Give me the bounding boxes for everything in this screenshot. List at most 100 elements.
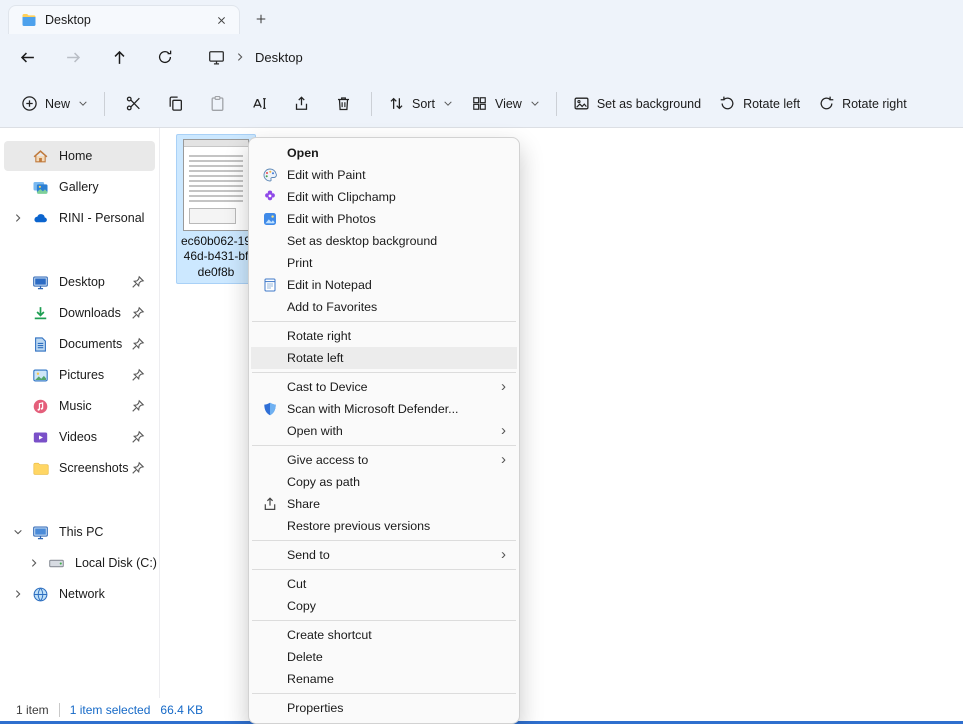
menu-item-edit-in-notepad[interactable]: Edit in Notepad bbox=[251, 274, 517, 296]
title-bar: Desktop bbox=[0, 0, 963, 34]
menu-item-set-as-desktop-background[interactable]: Set as desktop background bbox=[251, 230, 517, 252]
file-explorer-window: Desktop Desktop bbox=[0, 0, 963, 724]
sidebar-item-gallery[interactable]: Gallery bbox=[4, 172, 155, 202]
menu-item-send-to[interactable]: Send to › bbox=[251, 544, 517, 566]
menu-item-label: Share bbox=[287, 497, 320, 511]
pin-icon bbox=[131, 399, 145, 413]
sidebar-item-downloads[interactable]: Downloads bbox=[4, 298, 155, 328]
sidebar-item-music[interactable]: Music bbox=[4, 391, 155, 421]
breadcrumb[interactable]: Desktop bbox=[208, 49, 303, 66]
view-icon bbox=[471, 95, 488, 112]
menu-item-add-to-favorites[interactable]: Add to Favorites bbox=[251, 296, 517, 318]
pin-icon bbox=[131, 461, 145, 475]
menu-item-open[interactable]: Open bbox=[251, 142, 517, 164]
set-as-background-button[interactable]: Set as background bbox=[564, 87, 710, 121]
rename-icon[interactable] bbox=[238, 87, 280, 121]
delete-icon[interactable] bbox=[322, 87, 364, 121]
sidebar-item-desktop[interactable]: Desktop bbox=[4, 267, 155, 297]
toolbar-separator bbox=[556, 92, 557, 116]
folder-icon bbox=[21, 12, 37, 28]
menu-item-label: Copy as path bbox=[287, 475, 360, 489]
sidebar-item-pictures[interactable]: Pictures bbox=[4, 360, 155, 390]
sidebar-item-videos[interactable]: Videos bbox=[4, 422, 155, 452]
sidebar-item-screenshots[interactable]: Screenshots bbox=[4, 453, 155, 483]
chevron-down-icon bbox=[78, 100, 88, 107]
forward-icon[interactable] bbox=[56, 41, 90, 73]
breadcrumb-chevron-icon bbox=[235, 52, 245, 62]
menu-item-edit-with-photos[interactable]: Edit with Photos bbox=[251, 208, 517, 230]
new-button[interactable]: New bbox=[12, 87, 97, 121]
menu-item-rotate-right[interactable]: Rotate right bbox=[251, 325, 517, 347]
refresh-icon[interactable] bbox=[148, 41, 182, 73]
sidebar-item-network[interactable]: Network bbox=[4, 579, 155, 609]
menu-item-properties[interactable]: Properties bbox=[251, 697, 517, 719]
plus-circle-icon bbox=[21, 95, 38, 112]
sidebar-item-documents[interactable]: Documents bbox=[4, 329, 155, 359]
gallery-icon bbox=[32, 179, 49, 196]
command-bar: New Sort bbox=[0, 80, 963, 128]
selection-size: 66.4 KB bbox=[160, 703, 203, 717]
menu-item-give-access-to[interactable]: Give access to › bbox=[251, 449, 517, 471]
menu-item-create-shortcut[interactable]: Create shortcut bbox=[251, 624, 517, 646]
menu-item-cast-to-device[interactable]: Cast to Device › bbox=[251, 376, 517, 398]
menu-item-label: Restore previous versions bbox=[287, 519, 430, 533]
menu-item-copy-as-path[interactable]: Copy as path bbox=[251, 471, 517, 493]
disk-icon bbox=[48, 555, 65, 572]
rotate-left-button[interactable]: Rotate left bbox=[710, 87, 809, 121]
menu-item-scan-with-defender[interactable]: Scan with Microsoft Defender... bbox=[251, 398, 517, 420]
chevron-right-icon[interactable] bbox=[29, 558, 39, 568]
menu-item-restore-previous-versions[interactable]: Restore previous versions bbox=[251, 515, 517, 537]
pin-icon bbox=[131, 275, 145, 289]
menu-item-edit-with-paint[interactable]: Edit with Paint bbox=[251, 164, 517, 186]
sidebar-item-onedrive[interactable]: RINI - Personal bbox=[4, 203, 155, 233]
paint-icon bbox=[262, 167, 278, 183]
toolbar-separator bbox=[104, 92, 105, 116]
sidebar-item-home[interactable]: Home bbox=[4, 141, 155, 171]
menu-item-open-with[interactable]: Open with › bbox=[251, 420, 517, 442]
selection-status: 1 item selected bbox=[70, 703, 151, 717]
menu-separator bbox=[252, 569, 516, 570]
file-item[interactable]: ec60b062-19 46d-b431-bf de0f8b bbox=[176, 134, 256, 284]
view-button[interactable]: View bbox=[462, 87, 549, 121]
menu-item-cut[interactable]: Cut bbox=[251, 573, 517, 595]
sidebar-item-label: Desktop bbox=[59, 275, 105, 289]
sidebar-item-label: Home bbox=[59, 149, 92, 163]
menu-item-rotate-left[interactable]: Rotate left bbox=[251, 347, 517, 369]
new-tab-icon[interactable] bbox=[248, 6, 274, 32]
menu-item-label: Copy bbox=[287, 599, 316, 613]
menu-item-label: Delete bbox=[287, 650, 323, 664]
music-icon bbox=[32, 398, 49, 415]
menu-item-label: Edit with Clipchamp bbox=[287, 190, 396, 204]
menu-item-label: Scan with Microsoft Defender... bbox=[287, 402, 458, 416]
rotate-right-icon bbox=[818, 95, 835, 112]
rotate-right-button[interactable]: Rotate right bbox=[809, 87, 916, 121]
back-icon[interactable] bbox=[10, 41, 44, 73]
cut-icon[interactable] bbox=[112, 87, 154, 121]
copy-icon[interactable] bbox=[154, 87, 196, 121]
tab-close-icon[interactable] bbox=[211, 10, 231, 30]
videos-icon bbox=[32, 429, 49, 446]
up-icon[interactable] bbox=[102, 41, 136, 73]
chevron-right-icon[interactable] bbox=[13, 589, 23, 599]
navigation-pane: Home Gallery RINI - Personal bbox=[0, 128, 160, 698]
pictures-icon bbox=[32, 367, 49, 384]
menu-item-copy[interactable]: Copy bbox=[251, 595, 517, 617]
paste-icon[interactable] bbox=[196, 87, 238, 121]
menu-item-label: Rotate left bbox=[287, 351, 343, 365]
monitor-icon bbox=[208, 49, 225, 66]
menu-item-print[interactable]: Print bbox=[251, 252, 517, 274]
set-background-icon bbox=[573, 95, 590, 112]
menu-item-edit-with-clipchamp[interactable]: Edit with Clipchamp bbox=[251, 186, 517, 208]
chevron-right-icon[interactable] bbox=[13, 213, 23, 223]
chevron-down-icon[interactable] bbox=[13, 527, 23, 537]
breadcrumb-location[interactable]: Desktop bbox=[255, 50, 303, 65]
explorer-tab[interactable]: Desktop bbox=[8, 5, 240, 34]
sidebar-item-label: Screenshots bbox=[59, 461, 128, 475]
menu-item-delete[interactable]: Delete bbox=[251, 646, 517, 668]
sidebar-item-local-disk-c[interactable]: Local Disk (C:) bbox=[4, 548, 155, 578]
sidebar-item-this-pc[interactable]: This PC bbox=[4, 517, 155, 547]
menu-item-rename[interactable]: Rename bbox=[251, 668, 517, 690]
sort-button[interactable]: Sort bbox=[379, 87, 462, 121]
share-icon[interactable] bbox=[280, 87, 322, 121]
menu-item-share[interactable]: Share bbox=[251, 493, 517, 515]
